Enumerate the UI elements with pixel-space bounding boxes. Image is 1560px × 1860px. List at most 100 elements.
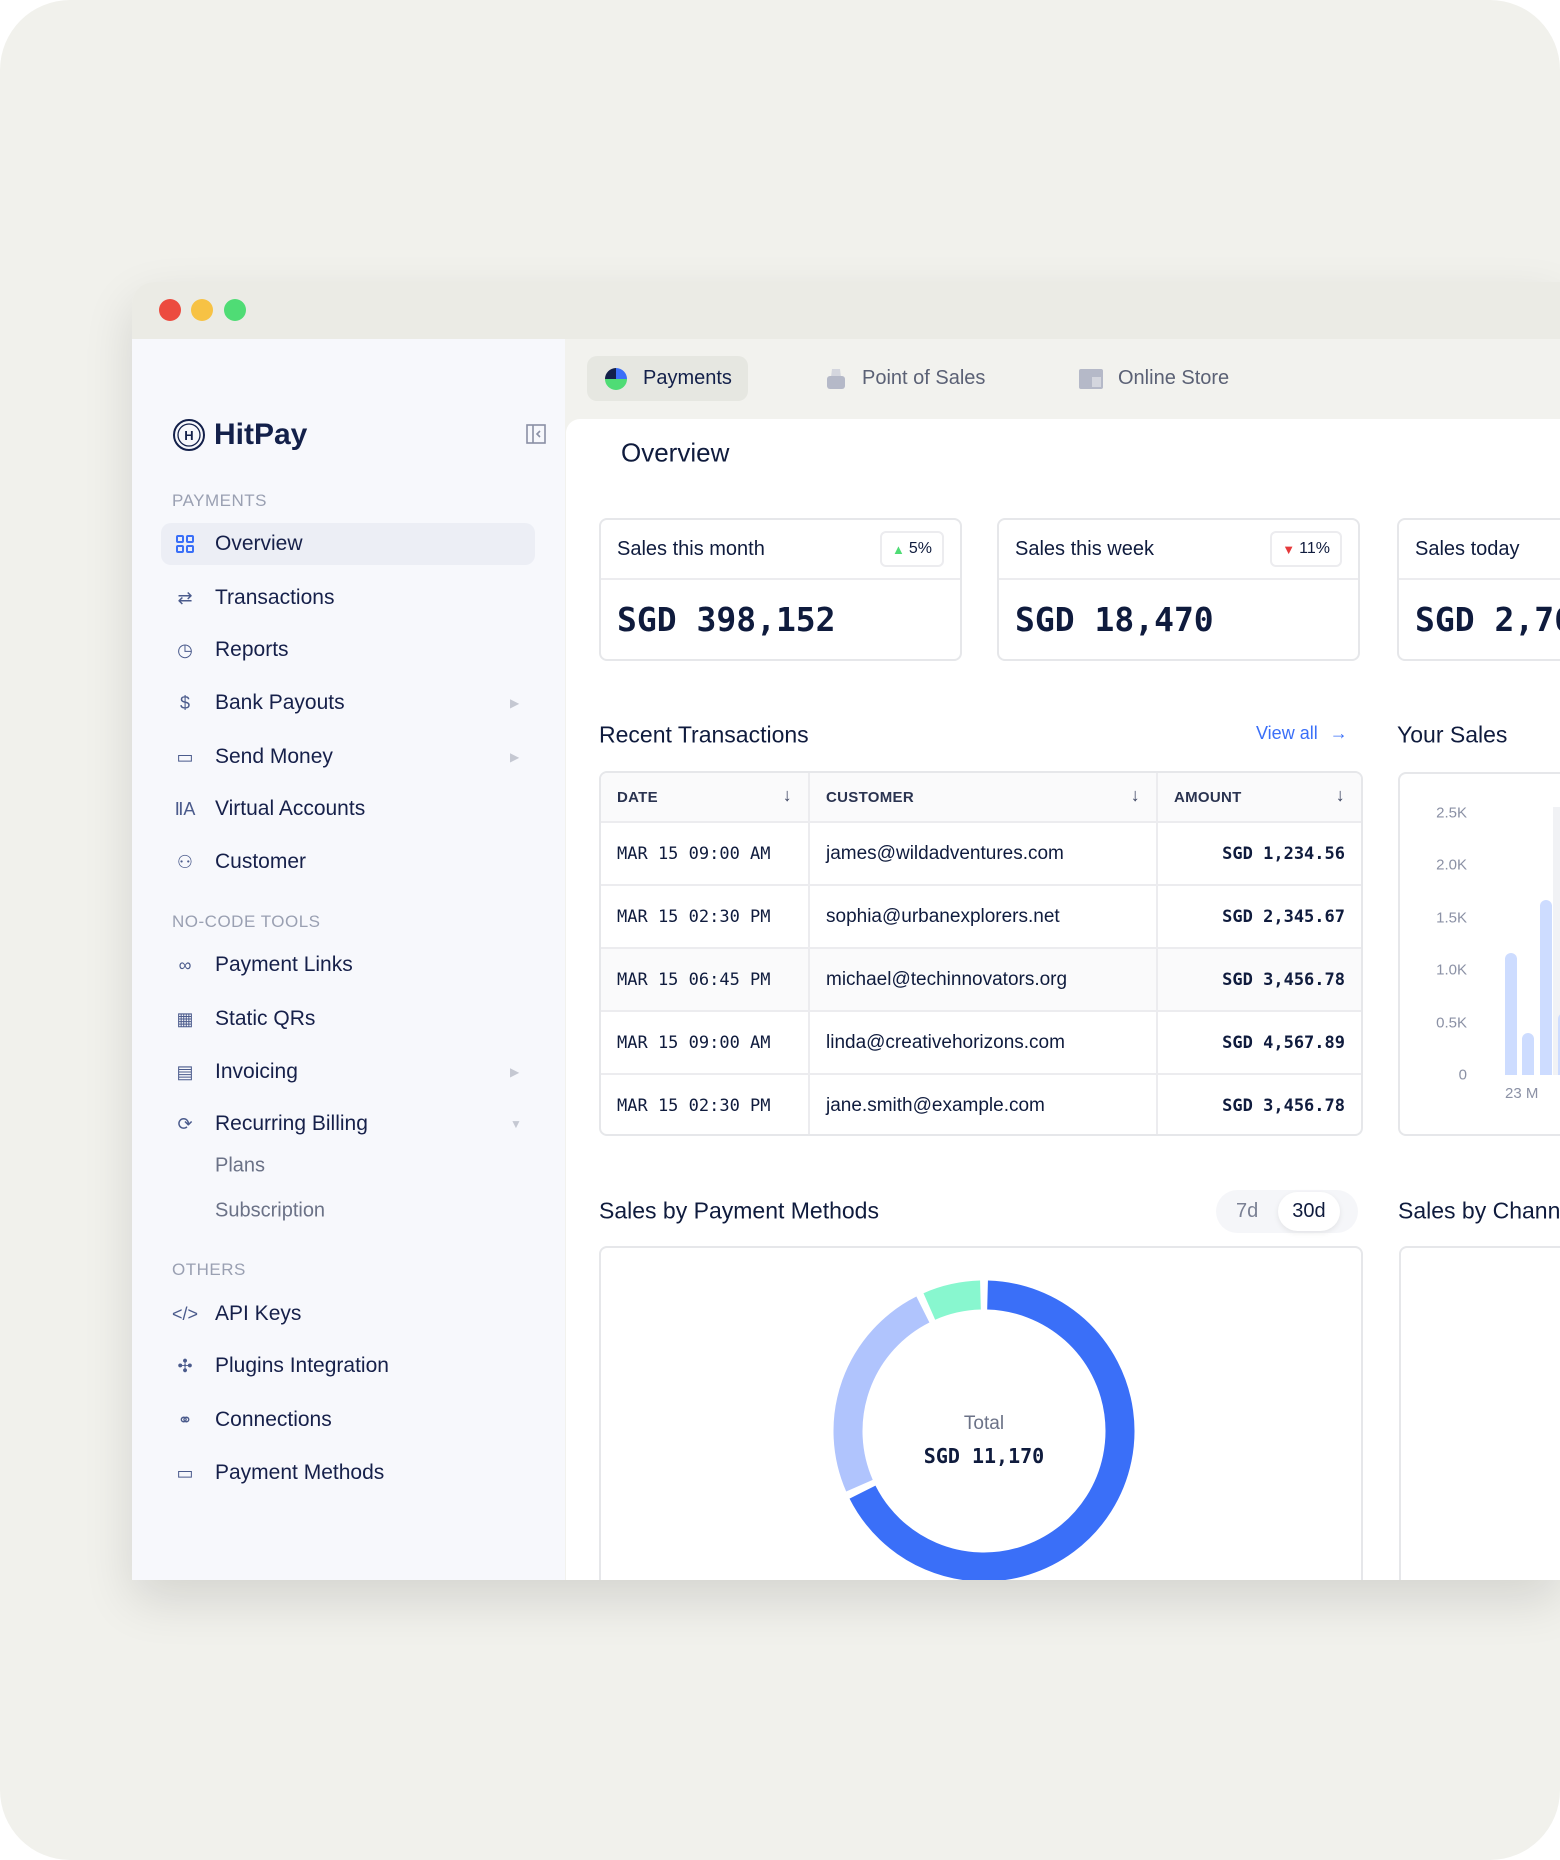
sidebar-collapse-icon	[526, 424, 546, 444]
stat-label: Sales this month	[617, 537, 765, 560]
cell-customer: michael@techinnovators.org	[809, 948, 1158, 1012]
table-row[interactable]: MAR 15 06:45 PM michael@techinnovators.or…	[601, 948, 1361, 1012]
tab-point-of-sales[interactable]: Point of Sales	[824, 356, 985, 401]
y-tick-label: 1.5K	[1436, 909, 1467, 927]
caret-down-icon[interactable]: ▼	[510, 1117, 522, 1131]
tab-online-store[interactable]: Online Store	[1078, 356, 1229, 401]
app-window: H HitPay PAYMENTS Overview ⇄ Transactions ◷ R…	[132, 282, 1560, 1580]
tab-label: Online Store	[1118, 367, 1230, 389]
pie-clock-icon: ◷	[177, 639, 193, 660]
sidebar-subitem-subscription[interactable]: Subscription	[215, 1200, 325, 1223]
close-window-button[interactable]	[159, 299, 181, 321]
donut-total-value: SGD 11,170	[923, 1444, 1045, 1468]
column-label: AMOUNT	[1174, 788, 1242, 806]
sidebar-item-label: Overview	[215, 532, 303, 555]
stat-value: SGD 18,470	[1015, 600, 1214, 639]
sidebar-item-static-qrs[interactable]: ▦ Static QRs	[161, 998, 535, 1040]
collapse-sidebar-button[interactable]	[526, 424, 546, 449]
sidebar-item-bank-payouts[interactable]: $ Bank Payouts ▶	[161, 682, 535, 724]
sidebar-item-label: Customer	[215, 850, 307, 873]
sidebar-item-api-keys[interactable]: </> API Keys	[161, 1293, 535, 1335]
cell-amount: SGD 1,234.56	[1157, 822, 1361, 886]
column-amount[interactable]: AMOUNT ↓	[1157, 773, 1361, 823]
sidebar-item-recurring-billing[interactable]: ⟳ Recurring Billing ▼	[161, 1103, 535, 1145]
caret-right-icon[interactable]: ▶	[510, 696, 519, 710]
arrows-swap-icon: ⇄	[177, 587, 193, 608]
y-tick-label: 2.0K	[1436, 856, 1467, 874]
hitpay-logo[interactable]: H HitPay	[172, 417, 307, 453]
sort-arrow-icon[interactable]: ↓	[783, 785, 792, 806]
invoice-icon: ▤	[176, 1061, 194, 1082]
sidebar-item-label: Transactions	[215, 586, 335, 609]
y-tick-label: 1.0K	[1436, 961, 1467, 979]
stat-card-today: Sales today SGD 2,76	[1397, 518, 1560, 661]
arrow-right-icon: →	[1329, 723, 1348, 743]
cell-date: MAR 15 06:45 PM	[601, 948, 810, 1012]
card-icon: ▭	[176, 1462, 194, 1483]
range-7d[interactable]: 7d	[1236, 1200, 1258, 1223]
sidebar-item-label: Invoicing	[215, 1060, 298, 1083]
bank-dollar-icon: $	[179, 692, 190, 713]
stat-label: Sales this week	[1015, 537, 1154, 560]
sidebar-item-payment-methods[interactable]: ▭ Payment Methods	[161, 1452, 535, 1494]
code-icon: </>	[171, 1303, 199, 1324]
sales-bar[interactable]	[1540, 899, 1552, 1075]
cell-amount: SGD 3,456.78	[1157, 948, 1361, 1012]
sidebar-item-label: Virtual Accounts	[215, 797, 366, 820]
your-sales-chart: 23 M 2.5K 2.0K 1.5K 1.0K 0.5K 0	[1398, 772, 1560, 1136]
range-toggle: 7d 30d	[1216, 1190, 1358, 1233]
table-row[interactable]: MAR 15 02:30 PM jane.smith@example.com SGD…	[601, 1074, 1361, 1134]
cell-amount: SGD 2,345.67	[1157, 885, 1361, 949]
cell-date: MAR 15 02:30 PM	[601, 1074, 810, 1134]
tab-label: Payments	[643, 367, 732, 389]
cell-customer: linda@creativehorizons.com	[809, 1011, 1158, 1075]
section-title: NO-CODE TOOLS	[172, 912, 321, 931]
page-background: H HitPay PAYMENTS Overview ⇄ Transactions ◷ R…	[0, 0, 1560, 1860]
sort-arrow-icon[interactable]: ↓	[1336, 785, 1345, 806]
sidebar-item-reports[interactable]: ◷ Reports	[161, 629, 535, 671]
money-send-icon: ▭	[176, 746, 194, 767]
sidebar-item-label: Static QRs	[215, 1007, 316, 1030]
page-title: Overview	[621, 437, 730, 468]
tab-payments[interactable]: Payments	[587, 356, 748, 401]
sidebar-item-send-money[interactable]: ▭ Send Money ▶	[161, 736, 535, 778]
virtual-accounts-icon: ⅡA	[174, 798, 196, 819]
sort-arrow-icon[interactable]: ↓	[1131, 785, 1140, 806]
table-row[interactable]: MAR 15 09:00 AM james@wildadventures.com S…	[601, 822, 1361, 886]
sidebar-subitem-plans[interactable]: Plans	[215, 1155, 265, 1178]
sidebar-item-payment-links[interactable]: ∞ Payment Links	[161, 944, 535, 986]
recent-transactions-title: Recent Transactions	[599, 721, 809, 748]
caret-right-icon[interactable]: ▶	[510, 1065, 519, 1079]
sidebar-item-plugins-integration[interactable]: ✣ Plugins Integration	[161, 1345, 535, 1387]
column-date[interactable]: DATE ↓	[601, 773, 810, 823]
sidebar-item-customer[interactable]: ⚇ Customer	[161, 841, 535, 883]
pos-terminal-icon	[827, 368, 845, 389]
minimize-window-button[interactable]	[191, 299, 213, 321]
cell-date: MAR 15 02:30 PM	[601, 885, 810, 949]
sidebar-item-virtual-accounts[interactable]: ⅡA Virtual Accounts	[161, 788, 535, 830]
sidebar-item-label: Recurring Billing	[215, 1112, 368, 1135]
zoom-window-button[interactable]	[224, 299, 246, 321]
change-badge-up: ▲ 5%	[880, 531, 944, 567]
cell-customer: jane.smith@example.com	[809, 1074, 1158, 1134]
sidebar-item-connections[interactable]: ⚭ Connections	[161, 1399, 535, 1441]
y-tick-label: 0	[1458, 1066, 1467, 1084]
sidebar-item-label: Connections	[215, 1408, 332, 1431]
brand-name: HitPay	[214, 418, 308, 451]
qr-icon: ▦	[176, 1008, 194, 1029]
sidebar-item-transactions[interactable]: ⇄ Transactions	[161, 577, 535, 619]
table-row[interactable]: MAR 15 02:30 PM sophia@urbanexplorers.net…	[601, 885, 1361, 949]
sidebar-item-label: Reports	[215, 638, 289, 661]
sidebar-item-invoicing[interactable]: ▤ Invoicing ▶	[161, 1051, 535, 1093]
view-all-link[interactable]: View all →	[1256, 723, 1348, 744]
table-row[interactable]: MAR 15 09:00 AM linda@creativehorizons.co…	[601, 1011, 1361, 1075]
column-customer[interactable]: CUSTOMER ↓	[809, 773, 1158, 823]
range-30d[interactable]: 30d	[1278, 1192, 1340, 1231]
sales-bar[interactable]	[1505, 953, 1517, 1075]
sidebar-item-overview[interactable]: Overview	[161, 523, 535, 565]
donut-segment[interactable]	[923, 1280, 982, 1320]
sales-bar[interactable]	[1522, 1033, 1534, 1075]
logo-icon: H	[173, 419, 205, 451]
column-label: DATE	[617, 788, 658, 806]
caret-right-icon[interactable]: ▶	[510, 750, 519, 764]
